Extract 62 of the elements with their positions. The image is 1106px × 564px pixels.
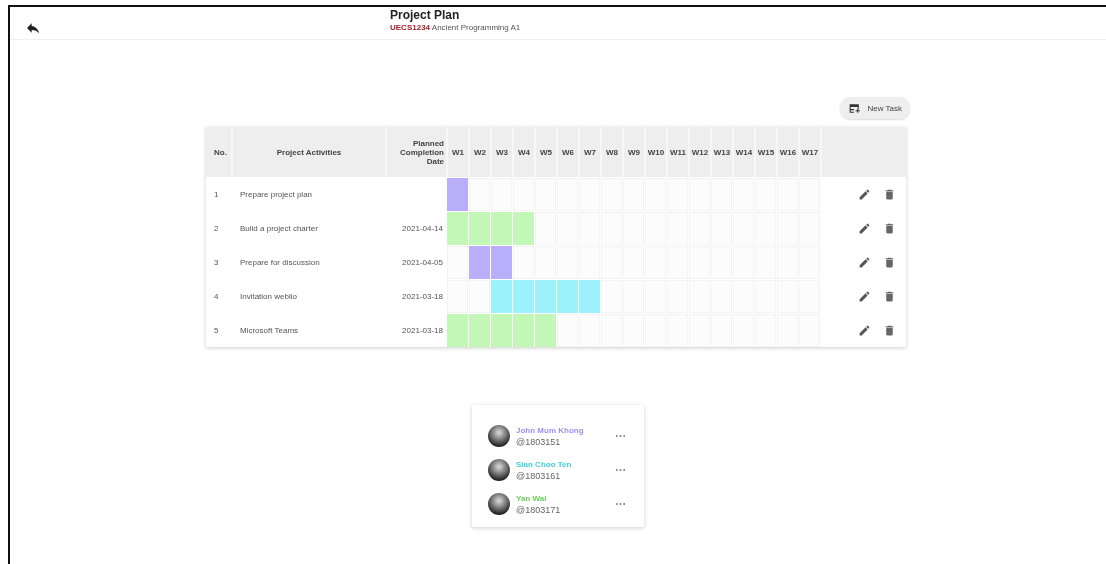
week-header: W17 [799,127,821,177]
delete-icon[interactable] [883,255,896,269]
edit-icon[interactable] [858,323,871,337]
week-header: W10 [645,127,667,177]
column-header: Project Activities [232,127,386,177]
row-number: 3 [213,256,220,269]
member-name: Yan Wai [516,493,548,503]
member-name: John Mum Khong [516,425,585,435]
edit-icon[interactable] [858,221,871,235]
week-header: W1 [447,127,469,177]
week-header: W4 [513,127,535,177]
week-header: W5 [535,127,557,177]
row-number: 1 [206,177,232,211]
member-handle: @1803171 [516,504,562,515]
delete-icon[interactable] [883,289,896,303]
delete-icon[interactable] [883,323,896,337]
week-header: W7 [579,127,601,177]
member-handle: @1803161 [516,470,562,481]
column-header: No. [206,127,232,177]
week-header: W8 [601,127,623,177]
date-cell: 2021-03-18 [402,291,443,301]
activity-cell-text: Prepare for discussion [239,256,321,269]
week-header: W2 [469,127,491,177]
week-header: W9 [623,127,645,177]
week-header: W14 [733,127,755,177]
row-number: 2 [213,222,220,235]
activity-cell-text: Microsoft Teams [239,324,300,337]
week-header: W16 [777,127,799,177]
delete-icon[interactable] [883,187,896,201]
week-header: W3 [491,127,513,177]
avatar [488,425,510,447]
date-cell: 2021-03-18 [402,325,443,335]
week-header: W12 [689,127,711,177]
row-number: 4 [213,290,220,303]
activity-cell-text: Build a project charter [239,222,319,235]
week-header: W13 [711,127,733,177]
row-number: 5 [213,324,220,337]
edit-icon[interactable] [858,187,871,201]
table-add-icon [848,101,862,115]
activity-cell: Prepare project plan [232,177,386,211]
week-header: W6 [557,127,579,177]
column-header: Planned Completion Date [386,127,447,177]
member-handle: @1803151 [516,436,562,447]
edit-icon[interactable] [858,255,871,269]
more-icon[interactable] [615,468,626,472]
date-cell: 2021-04-05 [402,257,443,267]
new-task-button[interactable]: New Task [840,97,910,119]
page-title: Project Plan [390,8,461,22]
back-icon[interactable] [25,20,41,36]
avatar [488,459,510,481]
delete-icon[interactable] [883,221,896,235]
date-cell: 2021-04-14 [402,223,443,233]
course-name: Ancient Programming A1 [431,23,521,32]
edit-icon[interactable] [858,289,871,303]
week-header: W15 [755,127,777,177]
avatar [488,493,510,515]
course-code: UECS1234 [390,23,431,32]
member-name: Sian Choo Ten [516,459,573,469]
more-icon[interactable] [615,434,626,438]
week-header: W11 [667,127,689,177]
more-icon[interactable] [615,502,626,506]
activity-cell-text: Invitation weblio [239,290,298,303]
